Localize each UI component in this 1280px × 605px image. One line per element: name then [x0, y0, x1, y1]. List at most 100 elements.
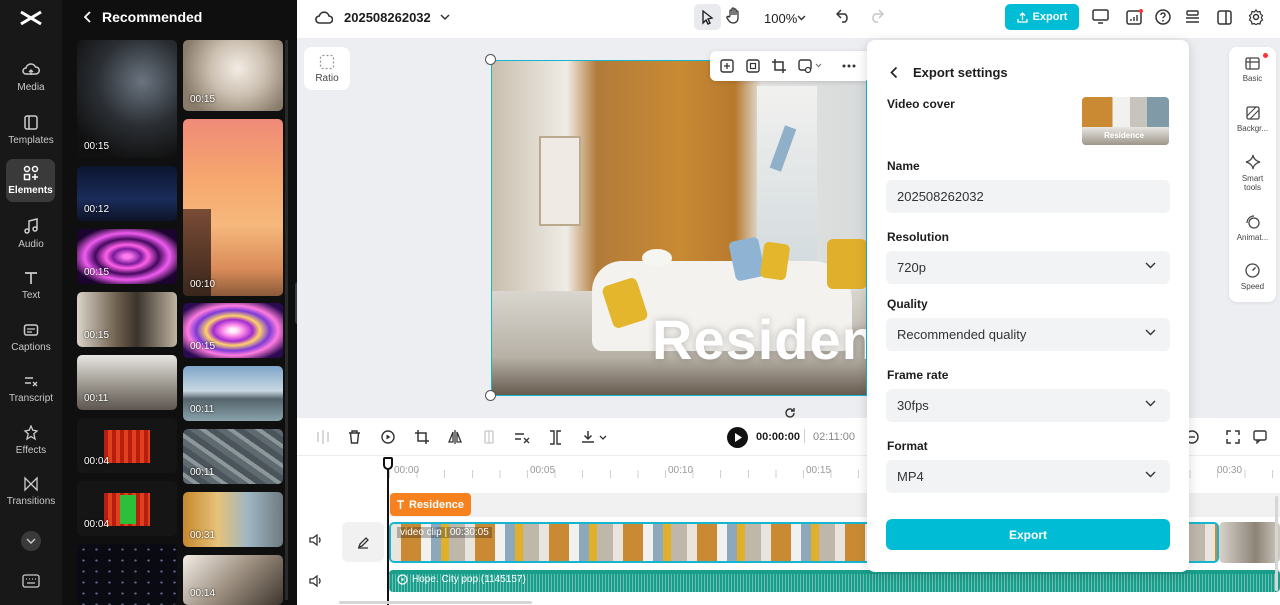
chevron-down-icon[interactable]: [599, 435, 607, 440]
media-thumbnail[interactable]: 00:11: [77, 355, 177, 410]
mute-audio-icon[interactable]: [309, 575, 323, 587]
trim-icon[interactable]: [549, 430, 562, 445]
media-thumbnail[interactable]: 00:15: [77, 292, 177, 347]
replace-icon[interactable]: [720, 59, 734, 73]
rail-item-smart-tools[interactable]: Smart tools: [1229, 154, 1276, 192]
fit-icon[interactable]: [746, 59, 760, 73]
present-icon[interactable]: [1092, 9, 1109, 24]
nav-item-captions[interactable]: Captions: [0, 322, 62, 353]
zoom-level[interactable]: 100%: [764, 11, 797, 26]
layers-icon[interactable]: [1185, 10, 1200, 25]
media-thumbnail[interactable]: 00:10: [183, 119, 283, 296]
resolution-label: Resolution: [887, 230, 949, 244]
rail-item-background[interactable]: Backgr...: [1229, 106, 1276, 133]
text-clip[interactable]: Residence: [390, 493, 471, 516]
panel-layout-icon[interactable]: [1217, 10, 1232, 25]
fullscreen-icon[interactable]: [1226, 430, 1240, 444]
more-options-icon[interactable]: [842, 64, 856, 68]
capcut-logo[interactable]: [18, 8, 44, 28]
playhead-handle[interactable]: [383, 457, 393, 470]
nav-item-transitions[interactable]: Transitions: [0, 476, 62, 507]
framerate-select[interactable]: 30fps: [886, 389, 1170, 422]
media-thumbnail[interactable]: 00:14: [183, 555, 283, 605]
rail-item-basic[interactable]: Basic: [1229, 57, 1276, 83]
undo-button[interactable]: [836, 9, 851, 23]
hand-tool-button[interactable]: [726, 7, 742, 24]
quality-select[interactable]: Recommended quality: [886, 318, 1170, 351]
nav-item-elements[interactable]: Elements: [6, 159, 55, 202]
back-button[interactable]: [890, 66, 898, 79]
nav-item-audio[interactable]: Audio: [0, 218, 62, 250]
playhead[interactable]: [387, 458, 389, 605]
resolution-select[interactable]: 720p: [886, 251, 1170, 284]
crop-icon[interactable]: [772, 59, 786, 73]
edit-cover-button[interactable]: [342, 522, 384, 562]
export-top-button[interactable]: Export: [1005, 4, 1079, 30]
video-cover-thumbnail[interactable]: Residence: [1082, 97, 1169, 145]
help-icon[interactable]: [1155, 9, 1171, 25]
play-button[interactable]: [727, 427, 748, 448]
timeline-scrollbar[interactable]: [339, 601, 532, 604]
nav-label: Transcript: [8, 393, 54, 404]
media-thumbnail[interactable]: [77, 544, 177, 605]
rail-label: Animat...: [1236, 233, 1269, 242]
settings-gear-icon[interactable]: [1248, 9, 1264, 25]
media-thumbnail[interactable]: 00:31: [183, 492, 283, 547]
next-video-clip[interactable]: [1219, 522, 1280, 563]
download-icon[interactable]: [581, 430, 595, 444]
rail-label: Smart tools: [1241, 174, 1264, 192]
mirror-icon[interactable]: [482, 430, 496, 444]
panel-scrollbar[interactable]: [285, 40, 288, 600]
name-input[interactable]: 202508262032: [886, 180, 1170, 213]
nav-item-text[interactable]: Text: [0, 270, 62, 301]
media-thumbnail[interactable]: 00:15: [77, 40, 177, 158]
video-preview[interactable]: Residen: [491, 60, 867, 396]
project-name[interactable]: 202508262032: [344, 10, 431, 25]
select-tool-button[interactable]: [694, 4, 721, 30]
nav-item-templates[interactable]: Templates: [0, 114, 62, 146]
chevron-down-icon[interactable]: [440, 14, 450, 21]
ratio-button[interactable]: Ratio: [304, 47, 350, 90]
nav-item-media[interactable]: Media: [0, 62, 62, 93]
delete-icon[interactable]: [348, 430, 361, 444]
nav-expand-button[interactable]: [21, 531, 41, 551]
media-thumbnail[interactable]: 00:11: [183, 366, 283, 421]
media-thumbnail[interactable]: 00:15: [77, 229, 177, 284]
zoom-chevron-icon[interactable]: [797, 15, 806, 21]
rail-item-animation[interactable]: Animat...: [1229, 214, 1276, 242]
duration-label: 00:12: [84, 204, 110, 215]
current-time: 00:00:00: [756, 431, 801, 443]
media-thumbnail[interactable]: 00:12: [77, 166, 177, 221]
split-icon[interactable]: [317, 430, 329, 444]
overlay-text[interactable]: Residen: [652, 307, 866, 372]
notification-icon[interactable]: [1126, 9, 1143, 25]
cloud-save-icon[interactable]: [315, 10, 333, 25]
export-button[interactable]: Export: [886, 519, 1170, 550]
media-thumbnail[interactable]: 00:15: [183, 303, 283, 358]
crop-icon[interactable]: [415, 430, 429, 444]
freeze-frame-icon[interactable]: [381, 430, 395, 444]
rail-item-speed[interactable]: Speed: [1229, 263, 1276, 291]
flip-icon[interactable]: [448, 430, 462, 444]
timeline-vertical-scrollbar[interactable]: [1275, 496, 1278, 591]
animation-icon: [1246, 215, 1260, 229]
text-icon: [397, 499, 404, 509]
format-select[interactable]: MP4: [886, 460, 1170, 493]
resize-handle[interactable]: [485, 390, 496, 401]
back-button[interactable]: [84, 11, 92, 23]
media-thumbnail[interactable]: 00:04: [77, 418, 177, 473]
nav-item-effects[interactable]: Effects: [0, 425, 62, 456]
remove-background-icon[interactable]: [514, 430, 530, 444]
resize-handle[interactable]: [485, 54, 496, 65]
media-thumbnail[interactable]: 00:15: [183, 40, 283, 111]
media-thumbnail[interactable]: 00:04: [77, 481, 177, 536]
chevron-down-icon[interactable]: [815, 63, 822, 68]
mute-video-icon[interactable]: [309, 534, 323, 546]
audio-clip[interactable]: Hope. City pop.(1145157): [389, 570, 1280, 592]
nav-item-transcript[interactable]: Transcript: [0, 373, 62, 404]
remove-background-icon[interactable]: [798, 59, 812, 73]
keyboard-shortcuts-button[interactable]: [22, 574, 40, 588]
redo-button[interactable]: [869, 9, 884, 23]
media-thumbnail[interactable]: 00:11: [183, 429, 283, 484]
comment-icon[interactable]: [1253, 430, 1267, 444]
